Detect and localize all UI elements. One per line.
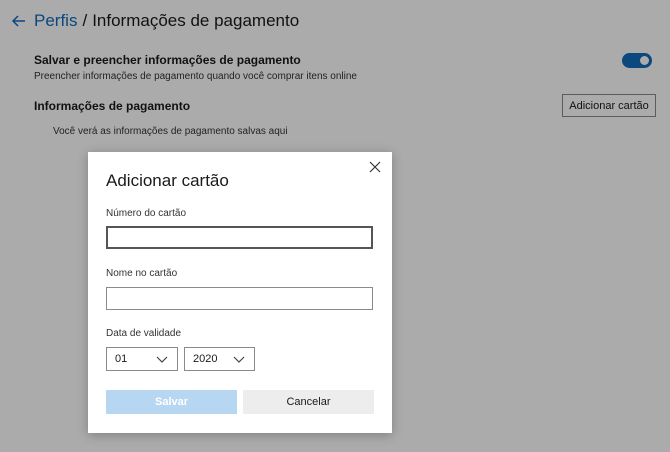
name-on-card-input[interactable] — [106, 287, 373, 310]
chevron-down-icon — [156, 356, 168, 363]
expiry-year-select[interactable]: 2020 — [184, 347, 255, 371]
name-on-card-label: Nome no cartão — [106, 268, 178, 279]
save-button[interactable]: Salvar — [106, 390, 237, 414]
expiry-month-value: 01 — [115, 353, 128, 365]
expiry-year-value: 2020 — [193, 353, 218, 365]
expiry-month-select[interactable]: 01 — [106, 347, 178, 371]
chevron-down-icon — [233, 356, 245, 363]
cancel-button[interactable]: Cancelar — [243, 390, 374, 414]
card-number-input[interactable] — [106, 226, 373, 249]
add-card-dialog: Adicionar cartão Número do cartão Nome n… — [88, 152, 392, 433]
dialog-title: Adicionar cartão — [106, 171, 229, 190]
expiry-label: Data de validade — [106, 328, 182, 339]
card-number-label: Número do cartão — [106, 208, 187, 219]
close-icon[interactable] — [369, 161, 381, 173]
